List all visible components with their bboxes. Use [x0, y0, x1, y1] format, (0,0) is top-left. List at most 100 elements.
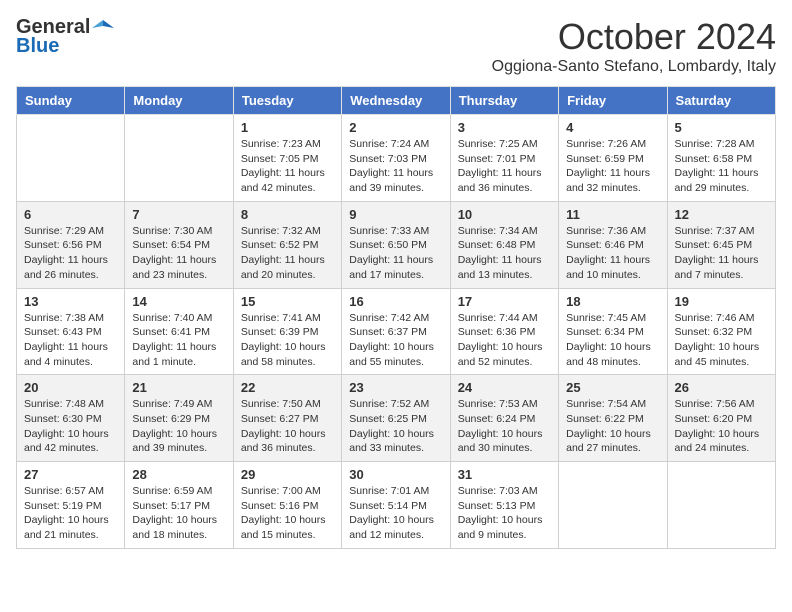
- calendar-cell: 25Sunrise: 7:54 AM Sunset: 6:22 PM Dayli…: [559, 375, 667, 462]
- logo-blue-text: Blue: [16, 35, 59, 58]
- day-number: 14: [132, 294, 225, 309]
- day-number: 18: [566, 294, 659, 309]
- calendar-cell: 3Sunrise: 7:25 AM Sunset: 7:01 PM Daylig…: [450, 115, 558, 202]
- day-content: Sunrise: 7:25 AM Sunset: 7:01 PM Dayligh…: [458, 137, 551, 196]
- day-number: 4: [566, 120, 659, 135]
- day-content: Sunrise: 7:29 AM Sunset: 6:56 PM Dayligh…: [24, 224, 117, 283]
- calendar-cell: 18 Sunrise: 7:45 AM Sunset: 6:34 PM Dayli…: [559, 288, 667, 375]
- day-content: Sunrise: 7:45 AM Sunset: 6:34 PM Dayligh…: [566, 311, 659, 370]
- calendar-cell: 8 Sunrise: 7:32 AM Sunset: 6:52 PM Daylig…: [233, 201, 341, 288]
- calendar-cell: 22 Sunrise: 7:50 AM Sunset: 6:27 PM Dayli…: [233, 375, 341, 462]
- calendar-cell: 14Sunrise: 7:40 AM Sunset: 6:41 PM Dayli…: [125, 288, 233, 375]
- day-content: Sunrise: 7:49 AM Sunset: 6:29 PM Dayligh…: [132, 397, 225, 456]
- day-content: Sunrise: 7:41 AM Sunset: 6:39 PM Dayligh…: [241, 311, 334, 370]
- day-content: Sunrise: 7:32 AM Sunset: 6:52 PM Dayligh…: [241, 224, 334, 283]
- calendar-week-row: 27 Sunrise: 6:57 AM Sunset: 5:19 PM Dayli…: [17, 462, 776, 549]
- day-number: 5: [675, 120, 768, 135]
- day-content: Sunrise: 7:48 AM Sunset: 6:30 PM Dayligh…: [24, 397, 117, 456]
- day-number: 21: [132, 380, 225, 395]
- calendar-cell: 9 Sunrise: 7:33 AM Sunset: 6:50 PM Daylig…: [342, 201, 450, 288]
- calendar-cell: 13Sunrise: 7:38 AM Sunset: 6:43 PM Dayli…: [17, 288, 125, 375]
- weekday-header-wednesday: Wednesday: [342, 87, 450, 115]
- day-number: 1: [241, 120, 334, 135]
- day-content: Sunrise: 7:50 AM Sunset: 6:27 PM Dayligh…: [241, 397, 334, 456]
- day-number: 22: [241, 380, 334, 395]
- day-number: 23: [349, 380, 442, 395]
- day-content: Sunrise: 7:33 AM Sunset: 6:50 PM Dayligh…: [349, 224, 442, 283]
- day-content: Sunrise: 7:30 AM Sunset: 6:54 PM Dayligh…: [132, 224, 225, 283]
- calendar-cell: [17, 115, 125, 202]
- calendar-cell: 16Sunrise: 7:42 AM Sunset: 6:37 PM Dayli…: [342, 288, 450, 375]
- weekday-header-tuesday: Tuesday: [233, 87, 341, 115]
- day-number: 2: [349, 120, 442, 135]
- day-number: 10: [458, 207, 551, 222]
- calendar-cell: 11Sunrise: 7:36 AM Sunset: 6:46 PM Dayli…: [559, 201, 667, 288]
- calendar-table: SundayMondayTuesdayWednesdayThursdayFrid…: [16, 86, 776, 549]
- day-number: 6: [24, 207, 117, 222]
- day-number: 9: [349, 207, 442, 222]
- calendar-cell: 15 Sunrise: 7:41 AM Sunset: 6:39 PM Dayli…: [233, 288, 341, 375]
- day-content: Sunrise: 7:34 AM Sunset: 6:48 PM Dayligh…: [458, 224, 551, 283]
- weekday-header-monday: Monday: [125, 87, 233, 115]
- day-number: 7: [132, 207, 225, 222]
- day-content: Sunrise: 7:00 AM Sunset: 5:16 PM Dayligh…: [241, 484, 334, 543]
- day-number: 20: [24, 380, 117, 395]
- day-content: Sunrise: 7:42 AM Sunset: 6:37 PM Dayligh…: [349, 311, 442, 370]
- day-number: 19: [675, 294, 768, 309]
- day-number: 29: [241, 467, 334, 482]
- calendar-cell: 1 Sunrise: 7:23 AM Sunset: 7:05 PM Daylig…: [233, 115, 341, 202]
- logo: General Blue: [16, 16, 114, 58]
- calendar-cell: 17 Sunrise: 7:44 AM Sunset: 6:36 PM Dayli…: [450, 288, 558, 375]
- day-number: 30: [349, 467, 442, 482]
- calendar-cell: [559, 462, 667, 549]
- calendar-cell: 12Sunrise: 7:37 AM Sunset: 6:45 PM Dayli…: [667, 201, 775, 288]
- calendar-week-row: 1 Sunrise: 7:23 AM Sunset: 7:05 PM Daylig…: [17, 115, 776, 202]
- calendar-cell: 26 Sunrise: 7:56 AM Sunset: 6:20 PM Dayli…: [667, 375, 775, 462]
- day-number: 26: [675, 380, 768, 395]
- calendar-cell: 28 Sunrise: 6:59 AM Sunset: 5:17 PM Dayli…: [125, 462, 233, 549]
- calendar-week-row: 20 Sunrise: 7:48 AM Sunset: 6:30 PM Dayli…: [17, 375, 776, 462]
- calendar-cell: 23 Sunrise: 7:52 AM Sunset: 6:25 PM Dayli…: [342, 375, 450, 462]
- day-content: Sunrise: 7:37 AM Sunset: 6:45 PM Dayligh…: [675, 224, 768, 283]
- day-number: 24: [458, 380, 551, 395]
- day-content: Sunrise: 7:53 AM Sunset: 6:24 PM Dayligh…: [458, 397, 551, 456]
- day-content: Sunrise: 7:38 AM Sunset: 6:43 PM Dayligh…: [24, 311, 117, 370]
- month-title: October 2024: [492, 16, 776, 58]
- calendar-cell: 31 Sunrise: 7:03 AM Sunset: 5:13 PM Dayli…: [450, 462, 558, 549]
- day-content: Sunrise: 6:59 AM Sunset: 5:17 PM Dayligh…: [132, 484, 225, 543]
- day-number: 27: [24, 467, 117, 482]
- day-number: 28: [132, 467, 225, 482]
- day-content: Sunrise: 7:52 AM Sunset: 6:25 PM Dayligh…: [349, 397, 442, 456]
- calendar-cell: [125, 115, 233, 202]
- weekday-header-sunday: Sunday: [17, 87, 125, 115]
- day-content: Sunrise: 7:01 AM Sunset: 5:14 PM Dayligh…: [349, 484, 442, 543]
- day-content: Sunrise: 7:23 AM Sunset: 7:05 PM Dayligh…: [241, 137, 334, 196]
- calendar-cell: 20 Sunrise: 7:48 AM Sunset: 6:30 PM Dayli…: [17, 375, 125, 462]
- page-header: General Blue October 2024 Oggiona-Santo …: [16, 16, 776, 76]
- day-content: Sunrise: 7:56 AM Sunset: 6:20 PM Dayligh…: [675, 397, 768, 456]
- day-content: Sunrise: 7:24 AM Sunset: 7:03 PM Dayligh…: [349, 137, 442, 196]
- calendar-cell: 27 Sunrise: 6:57 AM Sunset: 5:19 PM Dayli…: [17, 462, 125, 549]
- calendar-cell: 7 Sunrise: 7:30 AM Sunset: 6:54 PM Daylig…: [125, 201, 233, 288]
- day-content: Sunrise: 7:03 AM Sunset: 5:13 PM Dayligh…: [458, 484, 551, 543]
- day-content: Sunrise: 7:28 AM Sunset: 6:58 PM Dayligh…: [675, 137, 768, 196]
- calendar-cell: 19 Sunrise: 7:46 AM Sunset: 6:32 PM Dayli…: [667, 288, 775, 375]
- location-subtitle: Oggiona-Santo Stefano, Lombardy, Italy: [492, 58, 776, 76]
- calendar-cell: 24 Sunrise: 7:53 AM Sunset: 6:24 PM Dayli…: [450, 375, 558, 462]
- day-content: Sunrise: 7:44 AM Sunset: 6:36 PM Dayligh…: [458, 311, 551, 370]
- calendar-week-row: 13Sunrise: 7:38 AM Sunset: 6:43 PM Dayli…: [17, 288, 776, 375]
- calendar-cell: 21 Sunrise: 7:49 AM Sunset: 6:29 PM Dayli…: [125, 375, 233, 462]
- calendar-cell: [667, 462, 775, 549]
- day-number: 17: [458, 294, 551, 309]
- weekday-header-saturday: Saturday: [667, 87, 775, 115]
- day-content: Sunrise: 6:57 AM Sunset: 5:19 PM Dayligh…: [24, 484, 117, 543]
- day-number: 15: [241, 294, 334, 309]
- day-content: Sunrise: 7:46 AM Sunset: 6:32 PM Dayligh…: [675, 311, 768, 370]
- calendar-cell: 4 Sunrise: 7:26 AM Sunset: 6:59 PM Daylig…: [559, 115, 667, 202]
- calendar-cell: 5 Sunrise: 7:28 AM Sunset: 6:58 PM Daylig…: [667, 115, 775, 202]
- day-number: 8: [241, 207, 334, 222]
- day-number: 31: [458, 467, 551, 482]
- day-content: Sunrise: 7:26 AM Sunset: 6:59 PM Dayligh…: [566, 137, 659, 196]
- calendar-header-row: SundayMondayTuesdayWednesdayThursdayFrid…: [17, 87, 776, 115]
- calendar-cell: 29 Sunrise: 7:00 AM Sunset: 5:16 PM Dayli…: [233, 462, 341, 549]
